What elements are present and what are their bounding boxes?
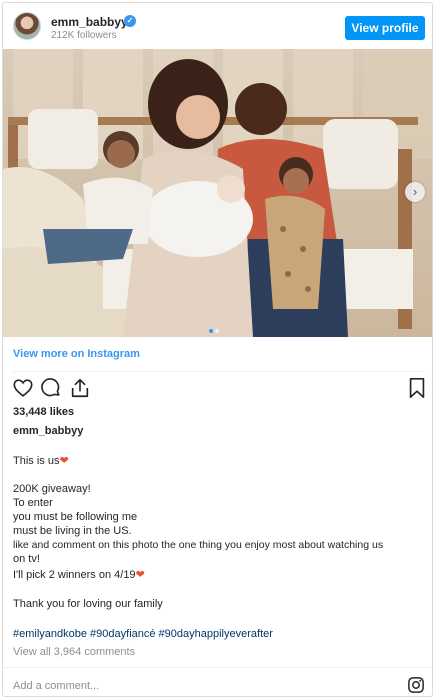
instagram-logo-link[interactable] bbox=[407, 676, 425, 696]
carousel-dot-active bbox=[209, 329, 213, 333]
view-profile-button[interactable]: View profile bbox=[345, 16, 425, 40]
caption-line: on tv! bbox=[13, 553, 40, 565]
family-photo-image bbox=[3, 49, 432, 337]
share-button[interactable] bbox=[69, 377, 91, 404]
follower-count: 212K followers bbox=[51, 30, 117, 41]
hashtags-link[interactable]: #emilyandkobe #90dayfiancé #90dayhappily… bbox=[13, 628, 273, 640]
username-link[interactable]: emm_babbyy bbox=[51, 15, 128, 29]
post-photo[interactable]: › bbox=[3, 49, 432, 337]
caption-text: This is us bbox=[13, 455, 60, 467]
comment-icon bbox=[41, 378, 60, 397]
post-owner-username[interactable]: emm_babbyy bbox=[13, 425, 83, 437]
instagram-embed-card: emm_babbyy ✓ 212K followers View profile bbox=[2, 2, 433, 697]
caption-line: 200K giveaway! bbox=[13, 483, 91, 495]
add-comment-input[interactable] bbox=[13, 677, 393, 695]
post-header: emm_babbyy ✓ 212K followers View profile bbox=[3, 3, 432, 49]
caption-line: you must be following me bbox=[13, 511, 138, 523]
like-count[interactable]: 33,448 likes bbox=[13, 406, 74, 418]
caption-line: This is us❤ bbox=[13, 454, 69, 467]
instagram-logo-icon bbox=[408, 677, 424, 693]
comment-button[interactable] bbox=[40, 377, 62, 404]
bookmark-icon bbox=[409, 378, 425, 398]
caption-line: Thank you for loving our family bbox=[13, 598, 163, 610]
orange-heart-emoji: ❤ bbox=[135, 569, 145, 581]
caption-text: I'll pick 2 winners on 4/19 bbox=[13, 569, 136, 581]
view-more-on-instagram-link[interactable]: View more on Instagram bbox=[13, 348, 140, 360]
heart-icon bbox=[13, 379, 33, 397]
avatar[interactable] bbox=[13, 12, 41, 40]
carousel-dot bbox=[215, 329, 219, 333]
carousel-next-button[interactable]: › bbox=[405, 182, 425, 202]
divider bbox=[13, 371, 425, 372]
caption-line: like and comment on this photo the one t… bbox=[13, 539, 384, 551]
like-button[interactable] bbox=[12, 377, 34, 404]
verified-badge-icon: ✓ bbox=[124, 15, 136, 27]
share-icon bbox=[71, 378, 89, 398]
orange-heart-emoji: ❤ bbox=[59, 455, 69, 467]
save-button[interactable] bbox=[407, 377, 427, 404]
caption-line: I'll pick 2 winners on 4/19❤ bbox=[13, 568, 145, 581]
divider bbox=[3, 667, 432, 668]
view-all-comments-link[interactable]: View all 3,964 comments bbox=[13, 646, 135, 658]
caption-line: must be living in the US. bbox=[13, 525, 132, 537]
caption-line: To enter bbox=[13, 497, 53, 509]
carousel-dots bbox=[209, 320, 221, 337]
